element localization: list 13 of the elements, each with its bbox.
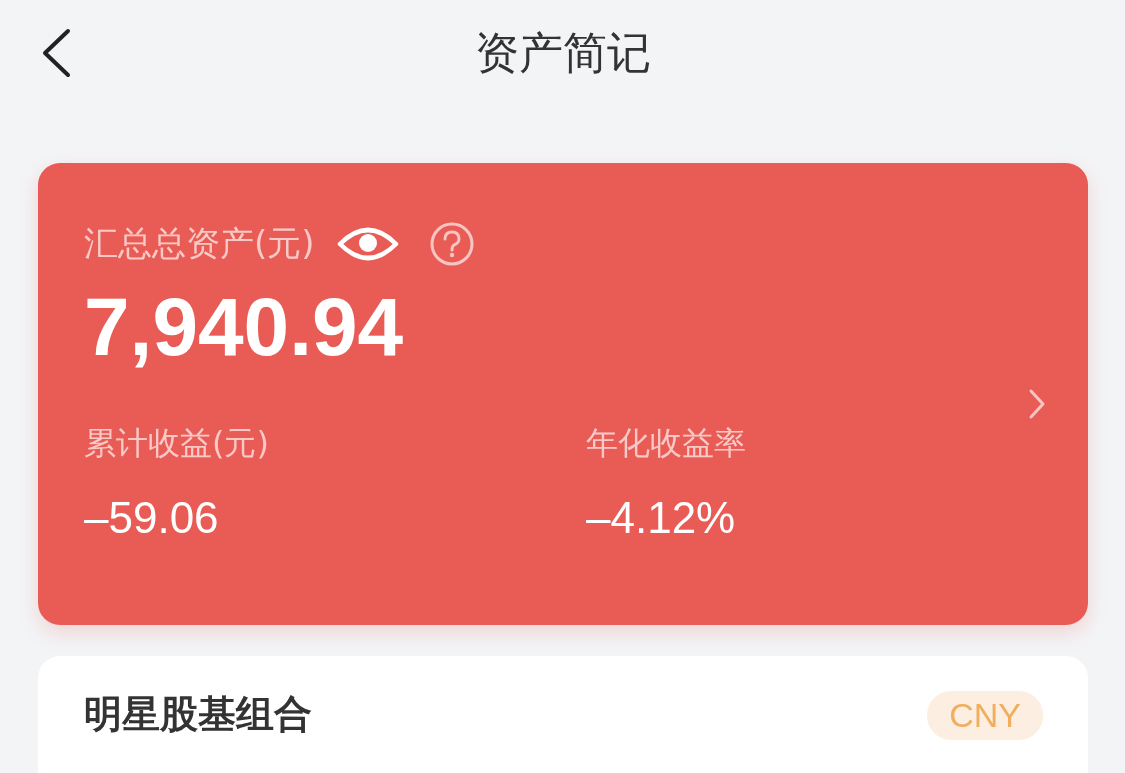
help-icon[interactable]: [428, 221, 475, 267]
page-title: 资产简记: [474, 26, 651, 80]
stat-value: –59.06: [84, 493, 220, 543]
stat-label: 年化收益率: [586, 423, 747, 463]
back-icon[interactable]: [40, 28, 72, 78]
chevron-right-icon: [1028, 388, 1046, 420]
total-assets-label: 汇总总资产(元): [84, 222, 315, 265]
portfolio-card[interactable]: 明星股基组合 CNY: [38, 656, 1088, 773]
stat-value: –4.12%: [586, 493, 737, 543]
currency-badge: CNY: [927, 691, 1043, 740]
stat-label: 累计收益(元): [84, 423, 270, 463]
portfolio-name: 明星股基组合: [84, 691, 312, 738]
total-assets-amount: 7,940.94: [84, 280, 405, 374]
